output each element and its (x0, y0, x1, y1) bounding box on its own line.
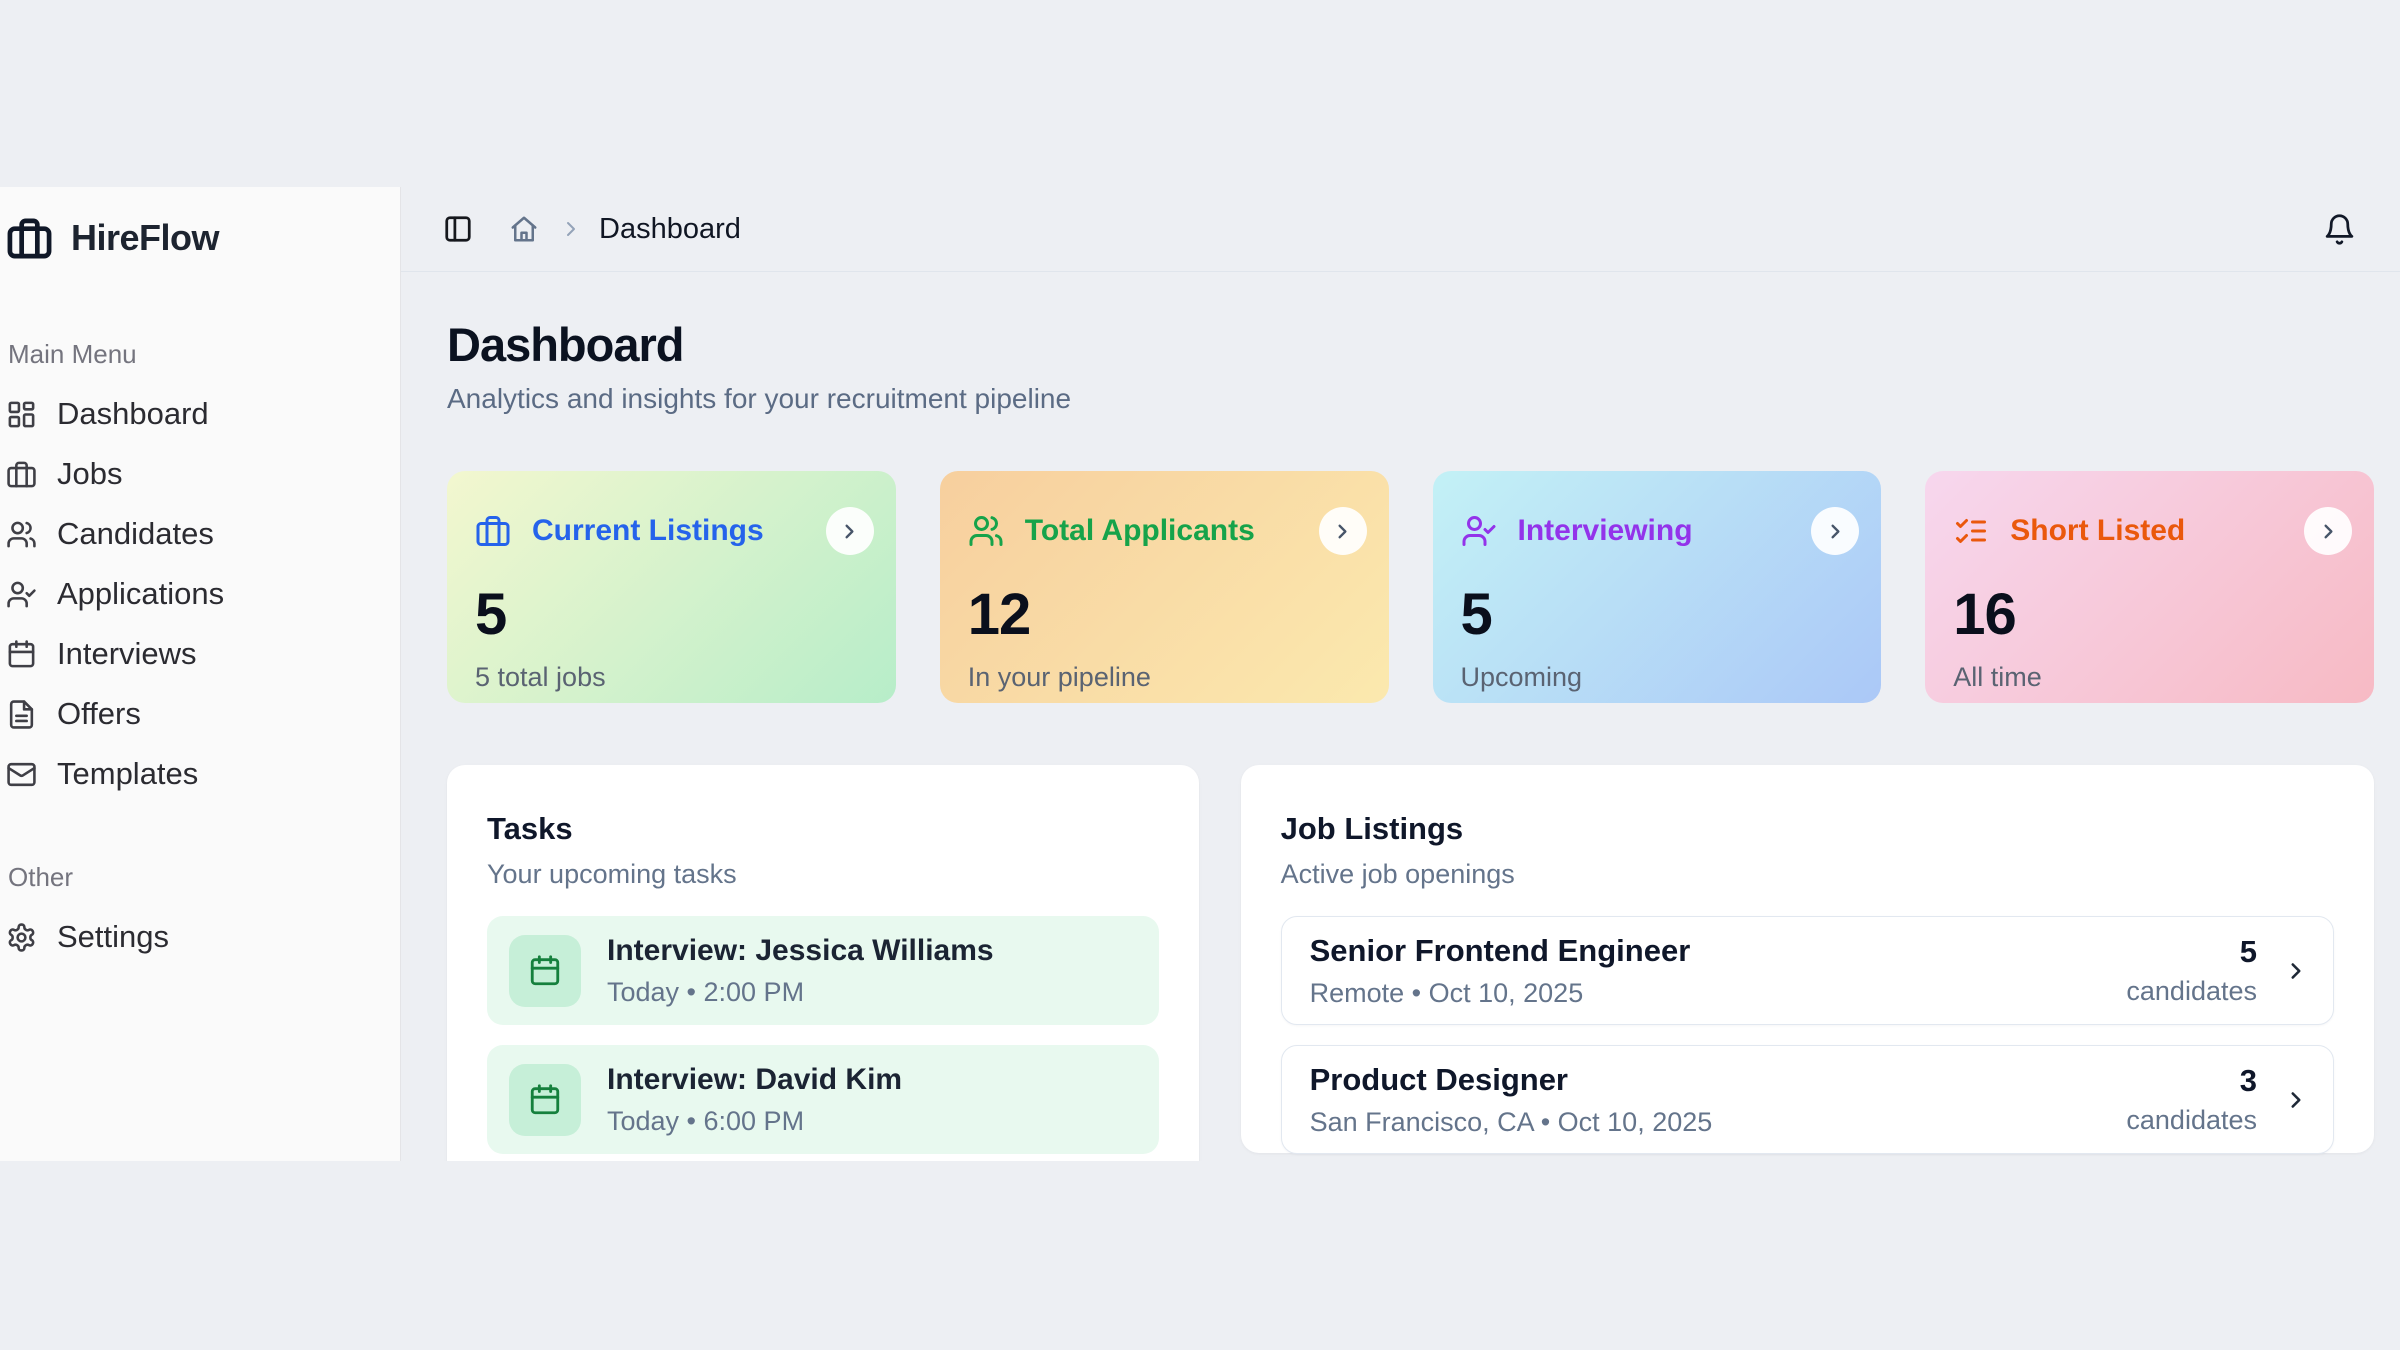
job-title: Product Designer (1310, 1062, 1713, 1098)
sidebar-item-label: Offers (57, 696, 141, 732)
sidebar-item-settings[interactable]: Settings (6, 907, 390, 967)
stat-value: 12 (968, 581, 1367, 648)
chevron-right-button[interactable] (1811, 507, 1859, 555)
sidebar-item-label: Jobs (57, 456, 122, 492)
chevron-right-icon[interactable] (2283, 958, 2309, 984)
sidebar-item-candidates[interactable]: Candidates (6, 504, 390, 564)
users-icon (6, 519, 37, 550)
calendar-icon (509, 1064, 581, 1136)
main-area: Dashboard Dashboard Analytics and insigh… (401, 187, 2400, 1161)
sidebar-item-label: Candidates (57, 516, 214, 552)
sidebar-item-label: Templates (57, 756, 198, 792)
stat-label: Short Listed (2010, 514, 2185, 548)
sidebar-item-jobs[interactable]: Jobs (6, 444, 390, 504)
calendar-icon (509, 935, 581, 1007)
brand-home-link[interactable]: HireFlow (6, 213, 390, 263)
stat-caption: 5 total jobs (475, 662, 874, 693)
stat-caption: All time (1953, 662, 2352, 693)
sidebar-item-interviews[interactable]: Interviews (6, 624, 390, 684)
chevron-right-icon[interactable] (2283, 1087, 2309, 1113)
sidebar-item-label: Settings (57, 919, 169, 955)
stat-label: Current Listings (532, 514, 764, 548)
stat-card-current-listings[interactable]: Current Listings 5 5 total jobs (447, 471, 896, 703)
app-window: HireFlow Main Menu Dashboard Jobs Candi (0, 187, 2400, 1161)
chevron-right-button[interactable] (2304, 507, 2352, 555)
sidebar-section-label-other: Other (8, 862, 390, 893)
stat-card-short-listed[interactable]: Short Listed 16 All time (1925, 471, 2374, 703)
user-check-icon (6, 579, 37, 610)
briefcase-icon (475, 513, 511, 549)
job-count-number: 3 (2126, 1063, 2257, 1099)
calendar-icon (6, 639, 37, 670)
task-time: Today • 2:00 PM (607, 977, 994, 1008)
sidebar-nav: Dashboard Jobs Candidates Applications (6, 384, 390, 804)
job-listings-title: Job Listings (1281, 811, 2334, 847)
job-count-label: candidates (2126, 976, 2257, 1007)
task-title: Interview: Jessica Williams (607, 934, 994, 968)
chevron-right-icon (559, 217, 583, 241)
page-title: Dashboard (447, 317, 2374, 372)
sidebar-item-label: Interviews (57, 636, 197, 672)
user-check-icon (1461, 513, 1497, 549)
task-item[interactable]: Interview: Jessica Williams Today • 2:00… (487, 916, 1159, 1025)
brand-name: HireFlow (71, 217, 219, 259)
gear-icon (6, 922, 37, 953)
page-content: Dashboard Analytics and insights for you… (401, 272, 2400, 1161)
sidebar: HireFlow Main Menu Dashboard Jobs Candi (0, 187, 401, 1161)
job-count-label: candidates (2126, 1105, 2257, 1136)
job-candidate-count: 3 candidates (2126, 1063, 2257, 1136)
bell-icon[interactable] (2323, 213, 2356, 246)
file-text-icon (6, 699, 37, 730)
home-icon[interactable] (509, 214, 539, 244)
briefcase-logo-icon (6, 215, 53, 262)
stat-label: Interviewing (1518, 514, 1693, 548)
sidebar-section-label-main-menu: Main Menu (8, 339, 390, 370)
users-icon (968, 513, 1004, 549)
task-time: Today • 6:00 PM (607, 1106, 902, 1137)
chevron-right-button[interactable] (1319, 507, 1367, 555)
job-listings-subtitle: Active job openings (1281, 859, 2334, 890)
sidebar-item-offers[interactable]: Offers (6, 684, 390, 744)
task-item[interactable]: Interview: David Kim Today • 6:00 PM (487, 1045, 1159, 1154)
stat-label: Total Applicants (1025, 514, 1255, 548)
sidebar-item-applications[interactable]: Applications (6, 564, 390, 624)
job-title: Senior Frontend Engineer (1310, 933, 1691, 969)
tasks-subtitle: Your upcoming tasks (487, 859, 1159, 890)
mail-icon (6, 759, 37, 790)
page-subtitle: Analytics and insights for your recruitm… (447, 383, 2374, 415)
job-listing-row[interactable]: Senior Frontend Engineer Remote • Oct 10… (1281, 916, 2334, 1025)
breadcrumb-current: Dashboard (599, 213, 741, 246)
tasks-title: Tasks (487, 811, 1159, 847)
stat-value: 16 (1953, 581, 2352, 648)
panel-left-toggle-icon[interactable] (443, 214, 473, 244)
sidebar-item-label: Dashboard (57, 396, 209, 432)
job-listings-panel: Job Listings Active job openings Senior … (1241, 765, 2374, 1153)
job-meta: San Francisco, CA • Oct 10, 2025 (1310, 1107, 1713, 1138)
job-meta: Remote • Oct 10, 2025 (1310, 978, 1691, 1009)
job-listing-row[interactable]: Product Designer San Francisco, CA • Oct… (1281, 1045, 2334, 1154)
sidebar-item-dashboard[interactable]: Dashboard (6, 384, 390, 444)
bottom-row: Tasks Your upcoming tasks Interview: Jes… (447, 765, 2374, 1161)
chevron-right-button[interactable] (826, 507, 874, 555)
layout-dashboard-icon (6, 399, 37, 430)
topbar: Dashboard (401, 187, 2400, 272)
stat-caption: Upcoming (1461, 662, 1860, 693)
stat-card-total-applicants[interactable]: Total Applicants 12 In your pipeline (940, 471, 1389, 703)
stats-row: Current Listings 5 5 total jobs Total Ap… (447, 471, 2374, 703)
list-checks-icon (1953, 513, 1989, 549)
stat-caption: In your pipeline (968, 662, 1367, 693)
stat-card-interviewing[interactable]: Interviewing 5 Upcoming (1433, 471, 1882, 703)
briefcase-icon (6, 459, 37, 490)
sidebar-item-label: Applications (57, 576, 224, 612)
tasks-panel: Tasks Your upcoming tasks Interview: Jes… (447, 765, 1199, 1161)
stat-value: 5 (1461, 581, 1860, 648)
job-candidate-count: 5 candidates (2126, 934, 2257, 1007)
sidebar-item-templates[interactable]: Templates (6, 744, 390, 804)
stat-value: 5 (475, 581, 874, 648)
task-title: Interview: David Kim (607, 1063, 902, 1097)
job-count-number: 5 (2126, 934, 2257, 970)
